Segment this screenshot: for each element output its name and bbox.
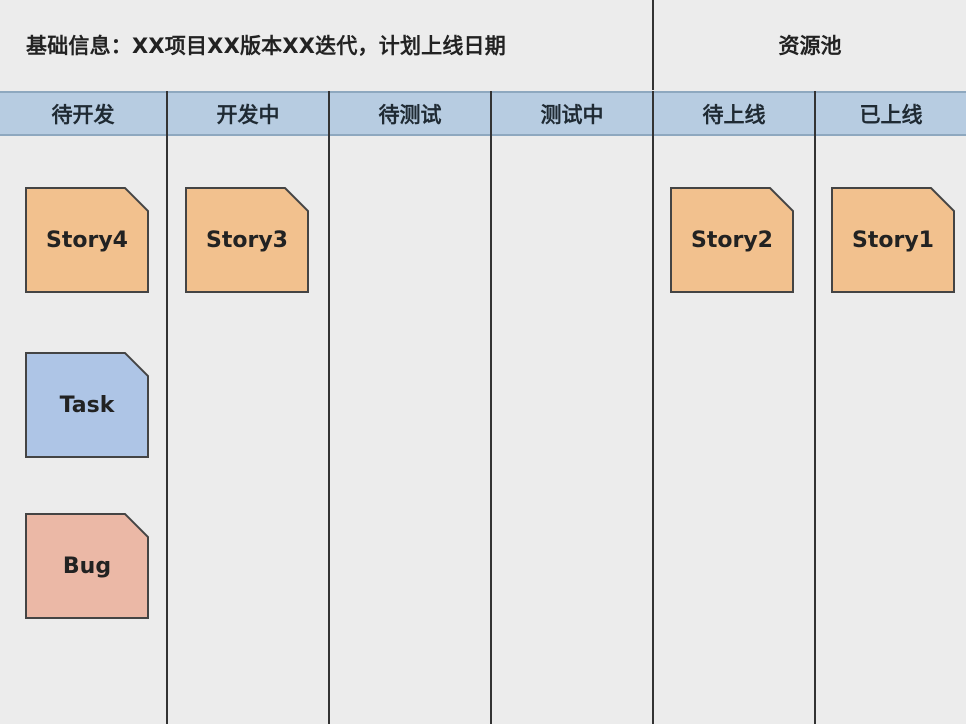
card-story3[interactable]: Story3 <box>185 187 309 293</box>
card-label: Story4 <box>46 227 128 253</box>
column-header-to-develop: 待开发 <box>51 102 115 127</box>
card-label: Bug <box>62 553 112 579</box>
card-bug[interactable]: Bug <box>25 513 149 619</box>
resource-pool-title: 资源池 <box>778 34 842 58</box>
basic-info-title: 基础信息：XX项目XX版本XX迭代，计划上线日期 <box>26 34 506 58</box>
column-divider <box>652 91 654 724</box>
card-story1[interactable]: Story1 <box>831 187 955 293</box>
card-label: Story2 <box>691 227 773 253</box>
card-story2[interactable]: Story2 <box>670 187 794 293</box>
kanban-board: 基础信息：XX项目XX版本XX迭代，计划上线日期 资源池 待开发 开发中 待测试… <box>0 0 966 724</box>
card-story4[interactable]: Story4 <box>25 187 149 293</box>
card-label: Story1 <box>852 227 934 253</box>
column-divider <box>328 91 330 724</box>
column-header-to-release: 待上线 <box>702 102 766 127</box>
column-divider <box>166 91 168 724</box>
card-label: Task <box>59 392 115 418</box>
column-divider <box>814 91 816 724</box>
card-label: Story3 <box>206 227 288 253</box>
column-header-released: 已上线 <box>859 102 923 127</box>
column-header-testing: 测试中 <box>540 102 604 127</box>
column-header-to-test: 待测试 <box>378 102 442 127</box>
column-divider <box>490 91 492 724</box>
column-header-developing: 开发中 <box>216 102 280 127</box>
card-task[interactable]: Task <box>25 352 149 458</box>
